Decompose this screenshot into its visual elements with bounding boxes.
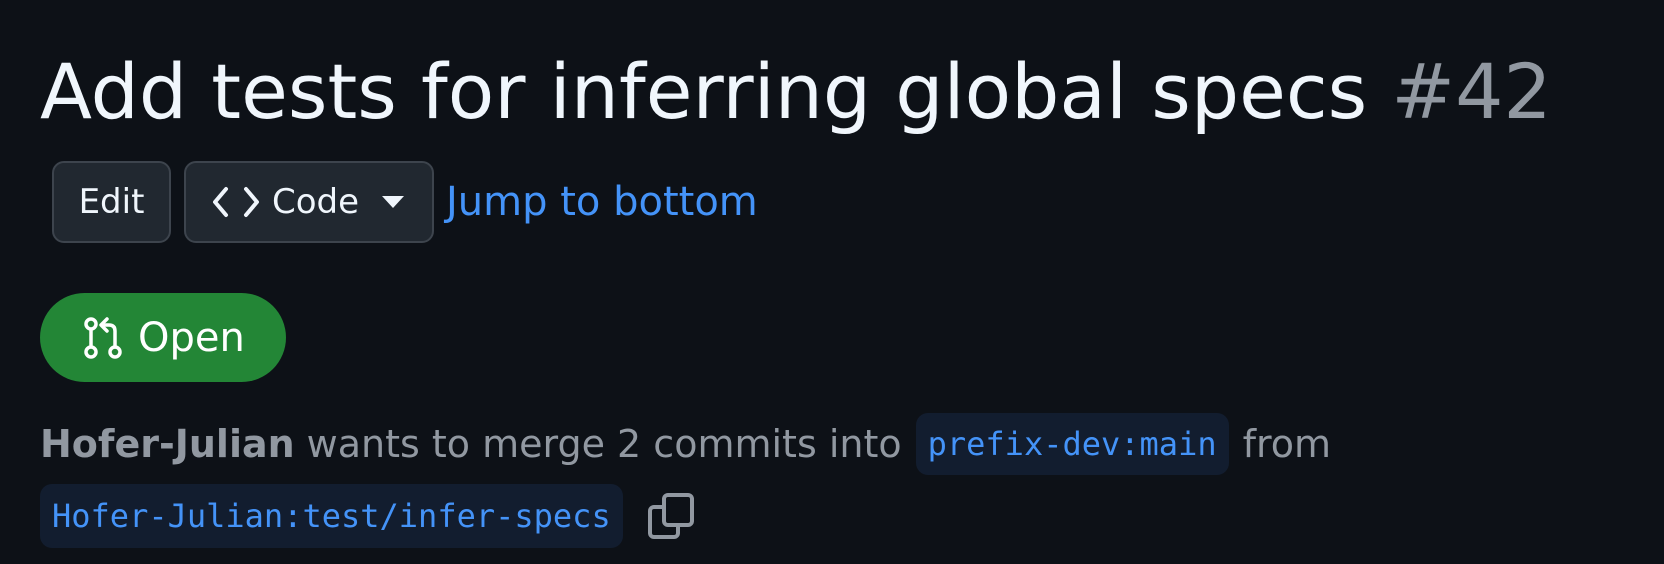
title-actions: Edit Code Jump to bottom bbox=[52, 161, 758, 243]
head-branch-row: Hofer-Julian:test/infer-specs bbox=[40, 484, 695, 548]
code-button[interactable]: Code bbox=[184, 161, 434, 243]
pr-title: Add tests for inferring global specs bbox=[40, 47, 1368, 136]
base-branch[interactable]: prefix-dev:main bbox=[915, 413, 1229, 475]
status-badge-label: Open bbox=[138, 314, 245, 361]
copy-icon[interactable] bbox=[647, 492, 695, 540]
code-button-label: Code bbox=[272, 182, 360, 222]
jump-to-bottom-link[interactable]: Jump to bottom bbox=[446, 179, 758, 225]
code-icon bbox=[213, 187, 259, 217]
from-text: from bbox=[1242, 422, 1332, 466]
merge-text: wants to merge 2 commits into bbox=[306, 422, 902, 466]
status-badge: Open bbox=[40, 293, 286, 382]
page-title: Add tests for inferring global specs #42 bbox=[40, 46, 1552, 138]
merge-summary: Hofer-Julian wants to merge 2 commits in… bbox=[40, 412, 1331, 476]
git-pull-request-icon bbox=[84, 316, 122, 359]
edit-button[interactable]: Edit bbox=[52, 161, 171, 243]
author-link[interactable]: Hofer-Julian bbox=[40, 422, 295, 466]
caret-down-icon bbox=[382, 196, 405, 208]
head-branch[interactable]: Hofer-Julian:test/infer-specs bbox=[40, 484, 623, 548]
pull-request-header: Add tests for inferring global specs #42… bbox=[0, 0, 1664, 564]
edit-button-label: Edit bbox=[78, 182, 145, 222]
pr-number: #42 bbox=[1391, 47, 1552, 136]
